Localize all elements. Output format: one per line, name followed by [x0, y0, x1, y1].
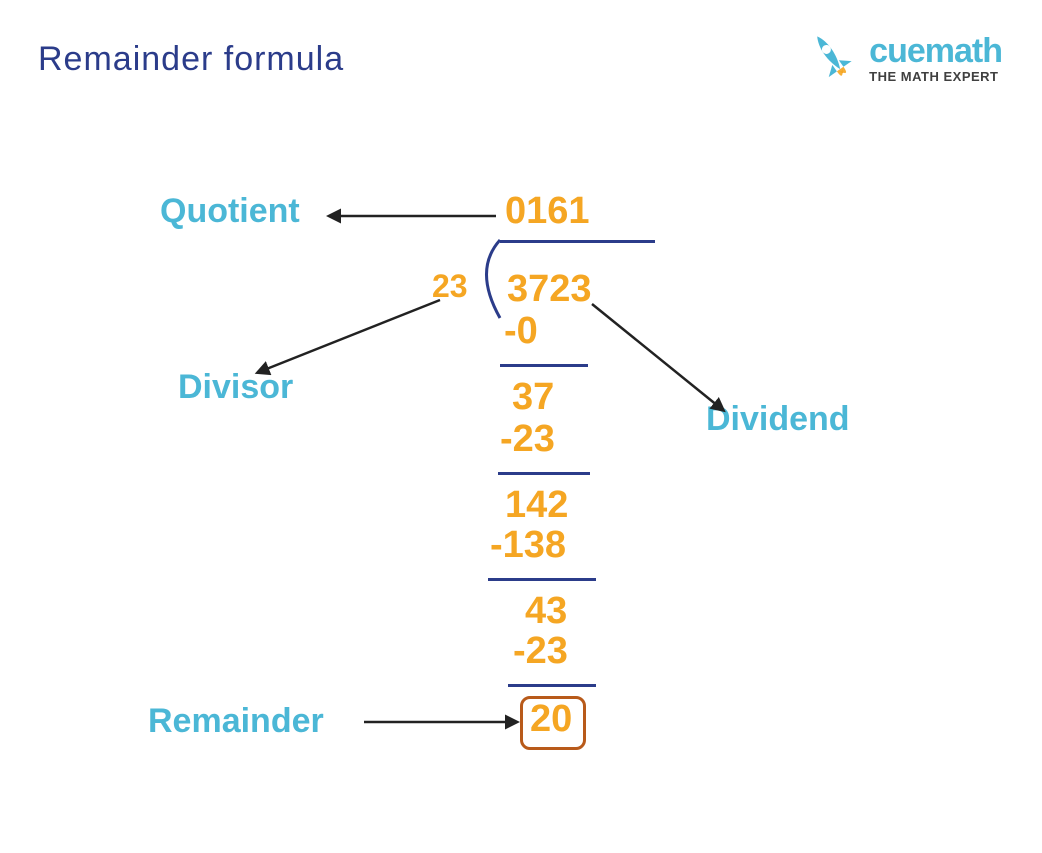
dividend-arrow — [588, 300, 768, 440]
step-1-line — [498, 472, 590, 475]
step-1-subtract: -23 — [500, 418, 555, 461]
brand-name: cuemath — [869, 34, 1002, 68]
brand-tagline: THE MATH EXPERT — [869, 70, 1002, 83]
step-2-partial: 142 — [505, 484, 568, 527]
step-2-line — [488, 578, 596, 581]
remainder-arrow — [360, 712, 520, 732]
division-bracket — [470, 240, 506, 320]
step-0-subtract: -0 — [504, 310, 538, 353]
step-3-line — [508, 684, 596, 687]
quotient-arrow — [330, 206, 500, 226]
rocket-icon — [803, 28, 859, 89]
step-2-subtract: -138 — [490, 524, 566, 567]
quotient-line — [500, 240, 655, 243]
quotient-label: Quotient — [160, 192, 300, 231]
remainder-label: Remainder — [148, 702, 324, 741]
step-1-partial: 37 — [512, 376, 554, 419]
step-3-partial: 43 — [525, 590, 567, 633]
step-0-line — [500, 364, 588, 367]
remainder-value: 20 — [530, 698, 572, 741]
divisor-arrow — [256, 296, 456, 416]
brand-logo: cuemath THE MATH EXPERT — [803, 28, 1002, 89]
dividend-value: 3723 — [507, 268, 592, 311]
quotient-value: 0161 — [505, 190, 590, 233]
step-3-subtract: -23 — [513, 630, 568, 673]
page-title: Remainder formula — [38, 40, 344, 79]
